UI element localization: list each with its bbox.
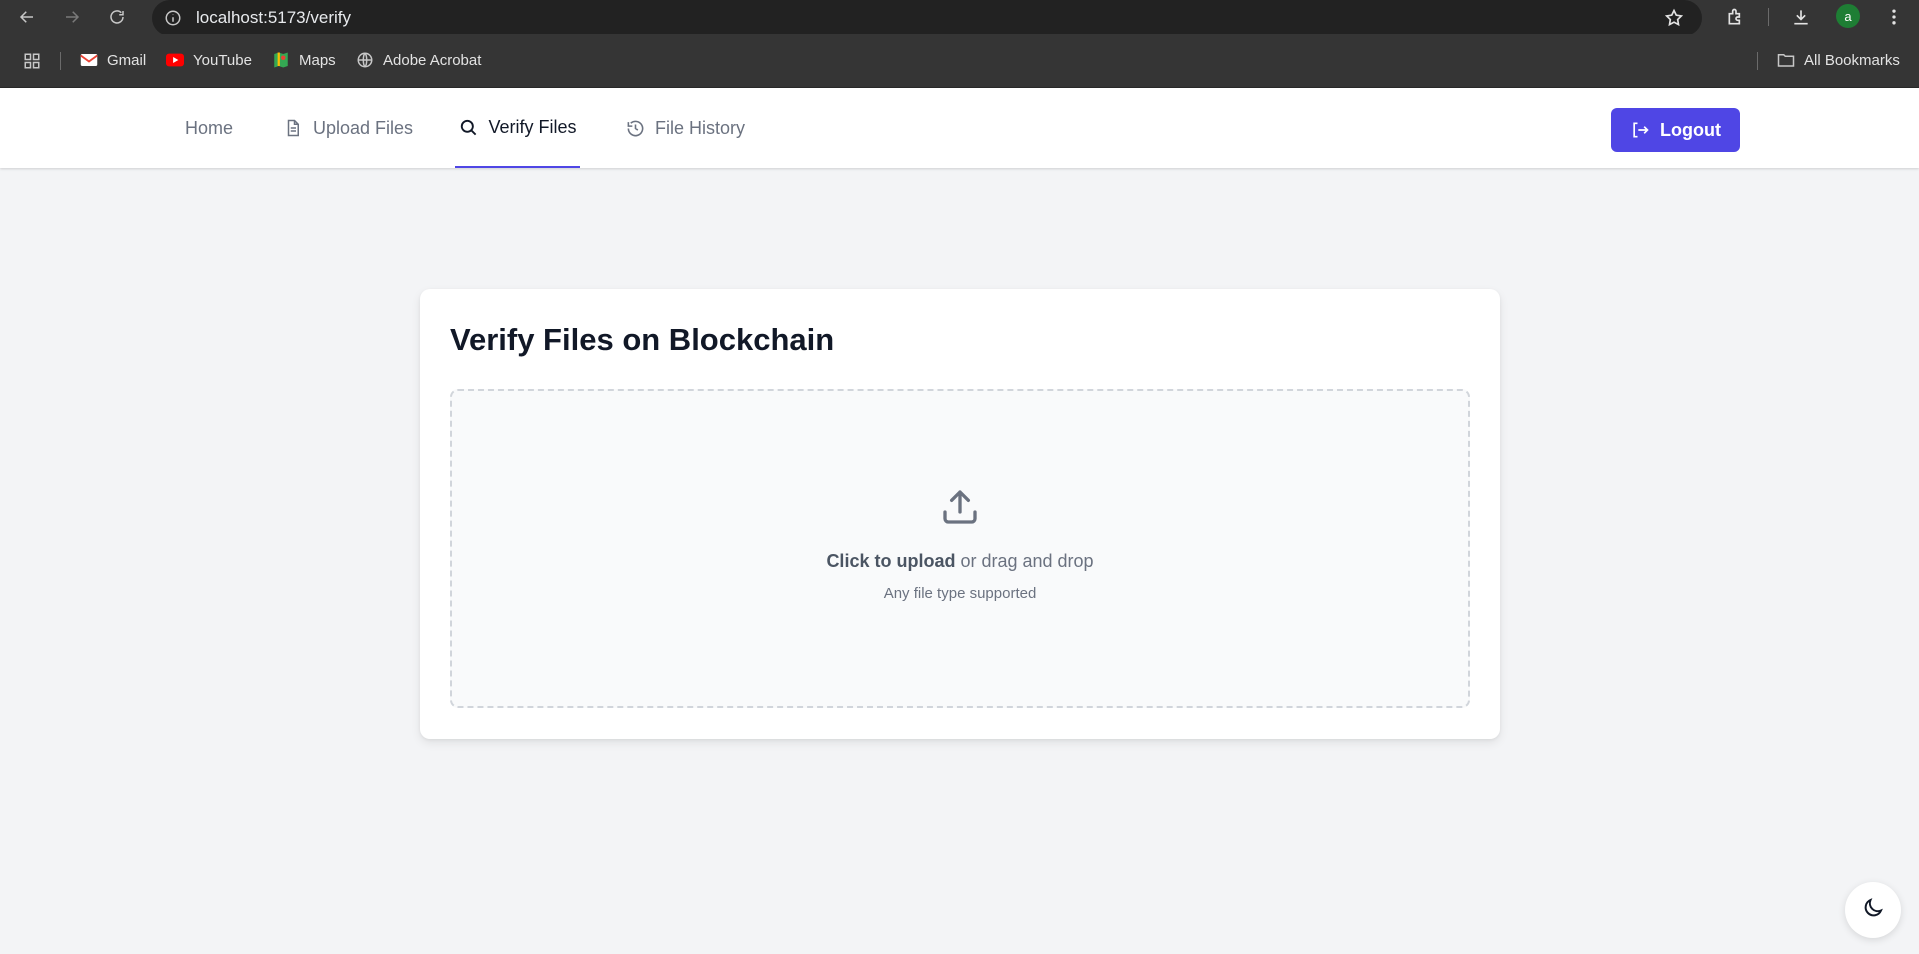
bookmark-gmail[interactable]: Gmail — [80, 51, 146, 69]
apps-grid-icon[interactable] — [20, 49, 44, 73]
url-text: localhost:5173/verify — [196, 8, 351, 27]
maps-icon — [272, 51, 290, 69]
address-bar[interactable]: localhost:5173/verify — [152, 0, 1702, 36]
logout-button[interactable]: Logout — [1611, 108, 1740, 152]
profile-avatar[interactable]: a — [1836, 4, 1860, 28]
browser-toolbar: localhost:5173/verify a — [0, 0, 1919, 36]
more-menu-icon[interactable] — [1882, 5, 1906, 29]
back-icon[interactable] — [15, 5, 39, 29]
download-icon[interactable] — [1789, 5, 1813, 29]
nav-history-label: File History — [655, 117, 746, 138]
forward-icon[interactable] — [60, 5, 84, 29]
reload-icon[interactable] — [105, 5, 129, 29]
drag-drop-text: or drag and drop — [955, 551, 1094, 571]
click-to-upload-text[interactable]: Click to upload — [826, 551, 955, 571]
theme-toggle-button[interactable] — [1845, 882, 1901, 938]
bookmark-youtube[interactable]: YouTube — [166, 51, 252, 69]
bookmarks-divider — [60, 52, 61, 70]
nav-verify-label: Verify Files — [488, 116, 577, 137]
bookmarks-divider — [1757, 52, 1758, 70]
gmail-icon — [80, 51, 98, 69]
bookmark-label: Adobe Acrobat — [383, 51, 482, 69]
nav-home-label: Home — [185, 117, 234, 138]
site-info-icon[interactable] — [162, 7, 184, 29]
youtube-icon — [166, 51, 184, 69]
nav-upload-files[interactable]: Upload Files — [283, 88, 413, 168]
bookmark-star-icon[interactable] — [1662, 6, 1686, 30]
bookmarks-bar: Gmail YouTube Maps Adobe Acrobat All Boo… — [0, 34, 1919, 88]
nav-file-history[interactable]: File History — [625, 88, 745, 168]
upload-icon — [940, 487, 980, 527]
file-dropzone[interactable]: Click to upload or drag and drop Any fil… — [450, 389, 1470, 708]
verify-card: Verify Files on Blockchain Click to uplo… — [420, 289, 1500, 739]
all-bookmarks[interactable]: All Bookmarks — [1777, 51, 1900, 69]
bookmark-label: Gmail — [107, 51, 147, 69]
dropzone-instruction: Click to upload or drag and drop — [452, 551, 1468, 572]
nav-verify-files[interactable]: Verify Files — [455, 88, 580, 168]
logout-label: Logout — [1660, 119, 1721, 140]
nav-upload-label: Upload Files — [313, 117, 414, 138]
all-bookmarks-label: All Bookmarks — [1804, 51, 1900, 69]
bookmark-label: YouTube — [193, 51, 252, 69]
dropzone-subtext: Any file type supported — [883, 585, 1037, 602]
app-navbar: Home Upload Files Verify Files File Hist… — [0, 88, 1919, 168]
extensions-icon[interactable] — [1724, 5, 1748, 29]
history-icon — [625, 118, 645, 138]
page-title: Verify Files on Blockchain — [450, 322, 835, 357]
logout-icon — [1630, 120, 1650, 140]
search-icon — [458, 117, 478, 137]
document-icon — [283, 118, 303, 138]
nav-home[interactable]: Home — [185, 88, 233, 168]
bookmark-adobe-acrobat[interactable]: Adobe Acrobat — [356, 51, 481, 69]
bookmark-maps[interactable]: Maps — [272, 51, 336, 69]
bookmark-label: Maps — [299, 51, 336, 69]
moon-icon — [1861, 896, 1885, 925]
toolbar-divider — [1768, 8, 1769, 26]
folder-icon — [1777, 51, 1795, 69]
globe-icon — [356, 51, 374, 69]
